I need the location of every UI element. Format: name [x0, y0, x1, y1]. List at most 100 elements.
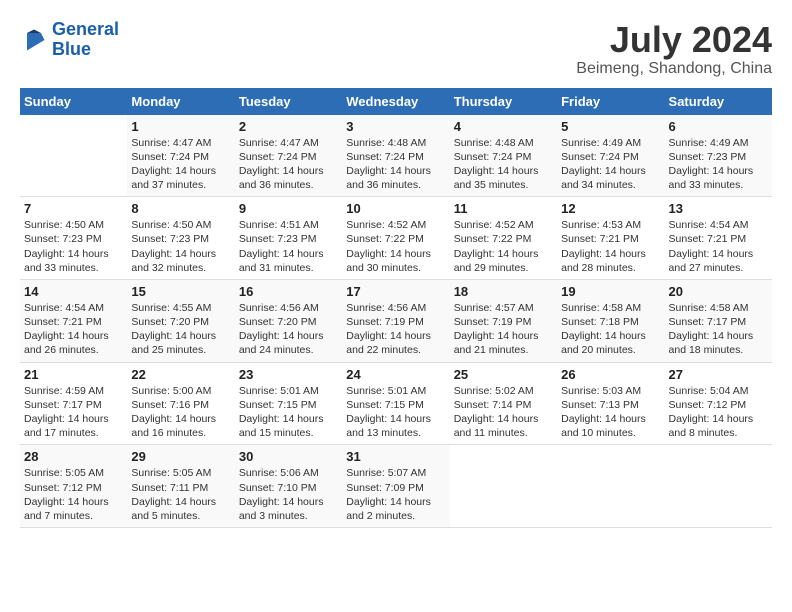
calendar-cell: 12 Sunrise: 4:53 AM Sunset: 7:21 PM Dayli…	[557, 197, 664, 280]
day-info: Sunrise: 4:50 AM Sunset: 7:23 PM Dayligh…	[24, 218, 123, 275]
day-number: 5	[561, 119, 660, 134]
day-number: 7	[24, 201, 123, 216]
day-info: Sunrise: 4:54 AM Sunset: 7:21 PM Dayligh…	[669, 218, 768, 275]
calendar-cell: 15 Sunrise: 4:55 AM Sunset: 7:20 PM Dayli…	[127, 279, 234, 362]
day-number: 18	[454, 284, 553, 299]
calendar-table: SundayMondayTuesdayWednesdayThursdayFrid…	[20, 88, 772, 528]
calendar-cell: 24 Sunrise: 5:01 AM Sunset: 7:15 PM Dayli…	[342, 362, 449, 445]
week-row-3: 14Sunrise: 4:54 AM Sunset: 7:21 PM Dayli…	[20, 279, 772, 362]
calendar-cell: 13 Sunrise: 4:54 AM Sunset: 7:21 PM Dayli…	[665, 197, 772, 280]
calendar-cell: 26 Sunrise: 5:03 AM Sunset: 7:13 PM Dayli…	[557, 362, 664, 445]
weekday-header-sunday: Sunday	[20, 88, 127, 115]
day-number: 23	[239, 367, 338, 382]
logo: General Blue	[20, 20, 119, 60]
calendar-cell: 29Sunrise: 5:05 AM Sunset: 7:11 PM Dayli…	[127, 445, 234, 528]
day-info: Sunrise: 4:56 AM Sunset: 7:20 PM Dayligh…	[239, 301, 338, 358]
day-number: 30	[239, 449, 338, 464]
day-number: 31	[346, 449, 445, 464]
day-info: Sunrise: 4:51 AM Sunset: 7:23 PM Dayligh…	[239, 218, 338, 275]
weekday-header-tuesday: Tuesday	[235, 88, 342, 115]
calendar-cell: 23 Sunrise: 5:01 AM Sunset: 7:15 PM Dayli…	[235, 362, 342, 445]
calendar-cell	[665, 445, 772, 528]
day-info: Sunrise: 4:52 AM Sunset: 7:22 PM Dayligh…	[346, 218, 445, 275]
day-info: Sunrise: 5:06 AM Sunset: 7:10 PM Dayligh…	[239, 466, 338, 523]
day-info: Sunrise: 4:59 AM Sunset: 7:17 PM Dayligh…	[24, 384, 123, 441]
day-number: 19	[561, 284, 660, 299]
calendar-cell: 4Sunrise: 4:48 AM Sunset: 7:24 PM Daylig…	[450, 115, 557, 197]
logo-icon	[20, 26, 48, 54]
day-number: 1	[131, 119, 230, 134]
calendar-cell: 17 Sunrise: 4:56 AM Sunset: 7:19 PM Dayli…	[342, 279, 449, 362]
day-number: 8	[131, 201, 230, 216]
day-info: Sunrise: 4:49 AM Sunset: 7:23 PM Dayligh…	[669, 136, 768, 193]
calendar-cell	[450, 445, 557, 528]
day-info: Sunrise: 5:03 AM Sunset: 7:13 PM Dayligh…	[561, 384, 660, 441]
day-info: Sunrise: 4:58 AM Sunset: 7:18 PM Dayligh…	[561, 301, 660, 358]
week-row-5: 28 Sunrise: 5:05 AM Sunset: 7:12 PM Dayli…	[20, 445, 772, 528]
day-number: 14	[24, 284, 123, 299]
day-info: Sunrise: 5:00 AM Sunset: 7:16 PM Dayligh…	[131, 384, 230, 441]
day-number: 13	[669, 201, 768, 216]
day-number: 21	[24, 367, 123, 382]
calendar-cell: 6 Sunrise: 4:49 AM Sunset: 7:23 PM Daylig…	[665, 115, 772, 197]
calendar-cell: 31 Sunrise: 5:07 AM Sunset: 7:09 PM Dayli…	[342, 445, 449, 528]
day-number: 28	[24, 449, 123, 464]
day-info: Sunrise: 5:05 AM Sunset: 7:11 PM Dayligh…	[131, 466, 230, 523]
day-info: Sunrise: 4:53 AM Sunset: 7:21 PM Dayligh…	[561, 218, 660, 275]
day-info: Sunrise: 5:01 AM Sunset: 7:15 PM Dayligh…	[239, 384, 338, 441]
subtitle: Beimeng, Shandong, China	[576, 60, 772, 78]
calendar-cell: 5 Sunrise: 4:49 AM Sunset: 7:24 PM Daylig…	[557, 115, 664, 197]
day-info: Sunrise: 4:49 AM Sunset: 7:24 PM Dayligh…	[561, 136, 660, 193]
calendar-cell: 30 Sunrise: 5:06 AM Sunset: 7:10 PM Dayli…	[235, 445, 342, 528]
day-info: Sunrise: 4:55 AM Sunset: 7:20 PM Dayligh…	[131, 301, 230, 358]
day-info: Sunrise: 5:02 AM Sunset: 7:14 PM Dayligh…	[454, 384, 553, 441]
calendar-cell: 8 Sunrise: 4:50 AM Sunset: 7:23 PM Daylig…	[127, 197, 234, 280]
day-number: 15	[131, 284, 230, 299]
day-info: Sunrise: 5:04 AM Sunset: 7:12 PM Dayligh…	[669, 384, 768, 441]
day-number: 16	[239, 284, 338, 299]
weekday-header-friday: Friday	[557, 88, 664, 115]
calendar-cell	[557, 445, 664, 528]
calendar-cell: 9Sunrise: 4:51 AM Sunset: 7:23 PM Daylig…	[235, 197, 342, 280]
week-row-4: 21 Sunrise: 4:59 AM Sunset: 7:17 PM Dayli…	[20, 362, 772, 445]
day-info: Sunrise: 5:01 AM Sunset: 7:15 PM Dayligh…	[346, 384, 445, 441]
calendar-cell: 22 Sunrise: 5:00 AM Sunset: 7:16 PM Dayli…	[127, 362, 234, 445]
calendar-cell: 20Sunrise: 4:58 AM Sunset: 7:17 PM Dayli…	[665, 279, 772, 362]
day-number: 17	[346, 284, 445, 299]
calendar-cell: 10 Sunrise: 4:52 AM Sunset: 7:22 PM Dayli…	[342, 197, 449, 280]
weekday-header-thursday: Thursday	[450, 88, 557, 115]
day-info: Sunrise: 4:47 AM Sunset: 7:24 PM Dayligh…	[131, 136, 230, 193]
day-number: 26	[561, 367, 660, 382]
week-row-1: 1 Sunrise: 4:47 AM Sunset: 7:24 PM Daylig…	[20, 115, 772, 197]
day-number: 24	[346, 367, 445, 382]
header: General Blue July 2024 Beimeng, Shandong…	[20, 20, 772, 78]
logo-line2: Blue	[52, 39, 91, 59]
day-number: 10	[346, 201, 445, 216]
day-number: 6	[669, 119, 768, 134]
day-info: Sunrise: 4:50 AM Sunset: 7:23 PM Dayligh…	[131, 218, 230, 275]
week-row-2: 7 Sunrise: 4:50 AM Sunset: 7:23 PM Daylig…	[20, 197, 772, 280]
day-number: 27	[669, 367, 768, 382]
day-info: Sunrise: 4:48 AM Sunset: 7:24 PM Dayligh…	[346, 136, 445, 193]
logo-line1: General	[52, 19, 119, 39]
logo-text: General Blue	[52, 20, 119, 60]
calendar-cell: 2Sunrise: 4:47 AM Sunset: 7:24 PM Daylig…	[235, 115, 342, 197]
calendar-cell: 21 Sunrise: 4:59 AM Sunset: 7:17 PM Dayli…	[20, 362, 127, 445]
weekday-header-row: SundayMondayTuesdayWednesdayThursdayFrid…	[20, 88, 772, 115]
day-number: 22	[131, 367, 230, 382]
day-info: Sunrise: 5:05 AM Sunset: 7:12 PM Dayligh…	[24, 466, 123, 523]
day-info: Sunrise: 5:07 AM Sunset: 7:09 PM Dayligh…	[346, 466, 445, 523]
day-number: 11	[454, 201, 553, 216]
calendar-cell: 7 Sunrise: 4:50 AM Sunset: 7:23 PM Daylig…	[20, 197, 127, 280]
day-info: Sunrise: 4:56 AM Sunset: 7:19 PM Dayligh…	[346, 301, 445, 358]
calendar-cell: 3Sunrise: 4:48 AM Sunset: 7:24 PM Daylig…	[342, 115, 449, 197]
calendar-cell: 18 Sunrise: 4:57 AM Sunset: 7:19 PM Dayli…	[450, 279, 557, 362]
day-number: 4	[454, 119, 553, 134]
main-title: July 2024	[576, 20, 772, 60]
day-info: Sunrise: 4:57 AM Sunset: 7:19 PM Dayligh…	[454, 301, 553, 358]
weekday-header-wednesday: Wednesday	[342, 88, 449, 115]
calendar-cell	[20, 115, 127, 197]
calendar-cell: 11Sunrise: 4:52 AM Sunset: 7:22 PM Dayli…	[450, 197, 557, 280]
calendar-cell: 27 Sunrise: 5:04 AM Sunset: 7:12 PM Dayli…	[665, 362, 772, 445]
day-number: 12	[561, 201, 660, 216]
